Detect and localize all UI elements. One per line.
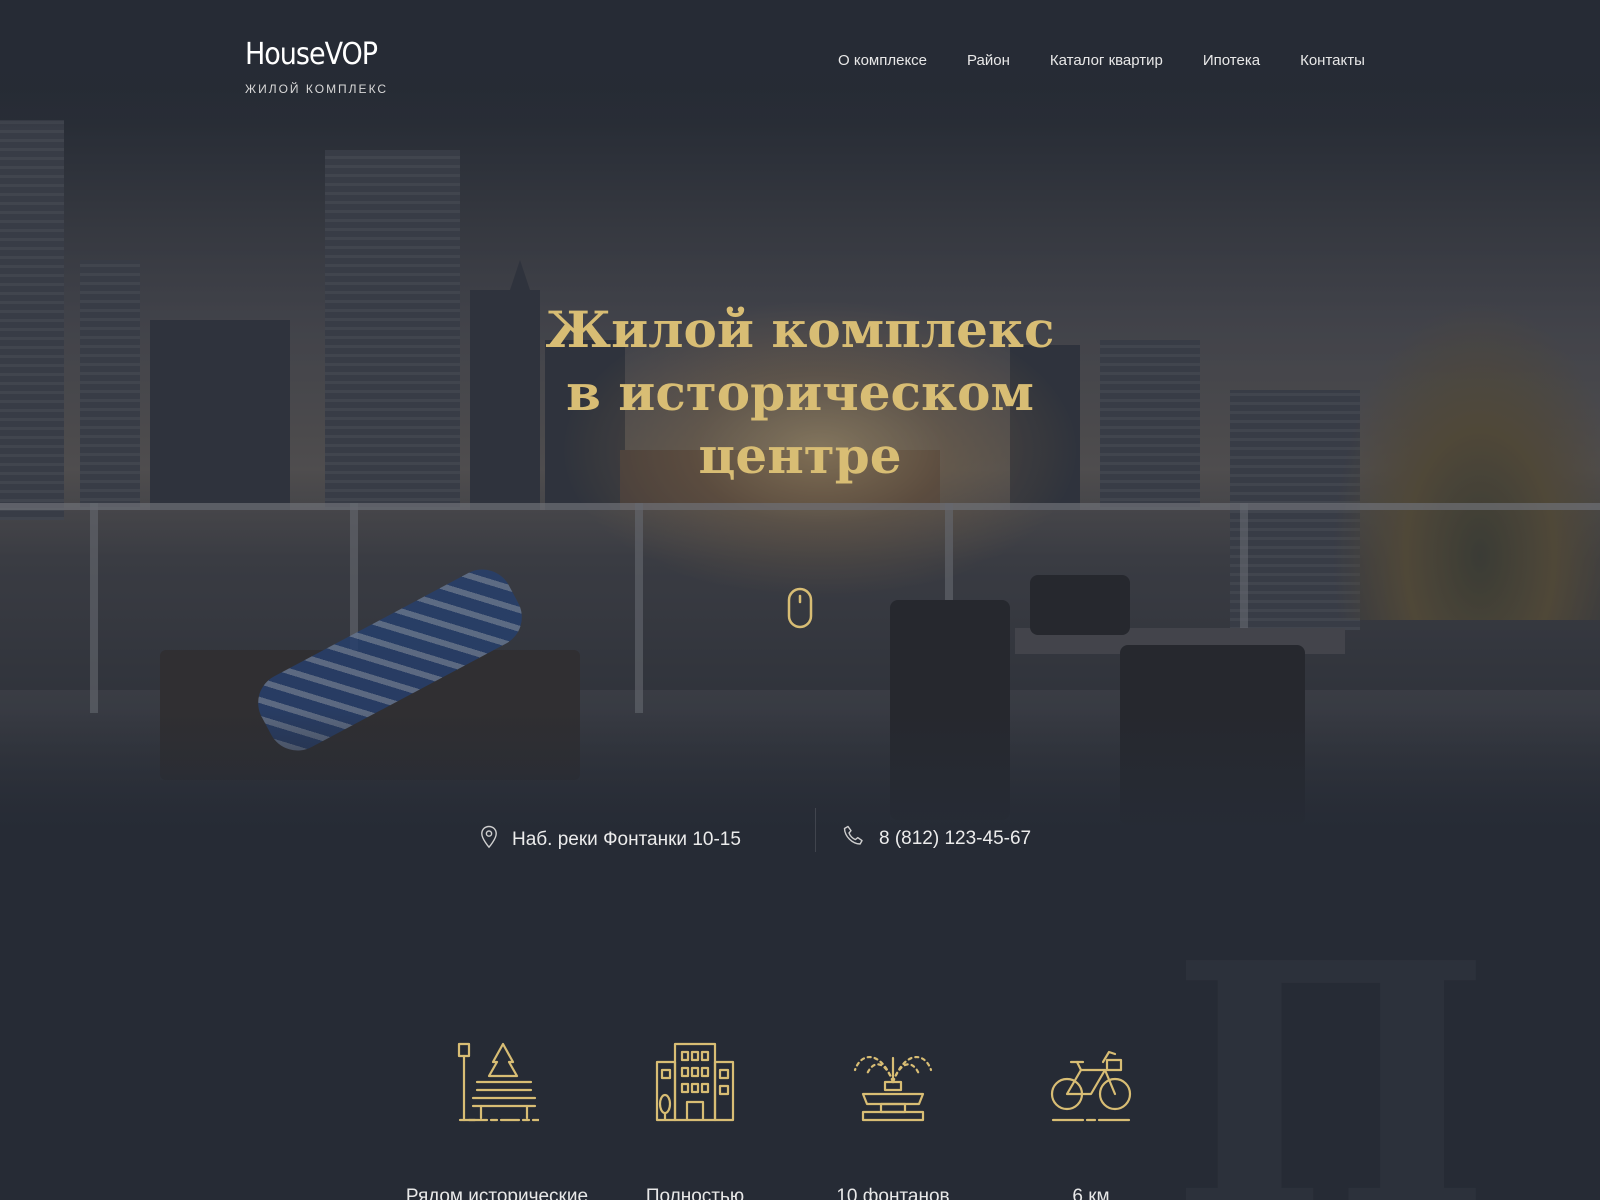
feature-item: 6 км bbox=[992, 1040, 1190, 1200]
hero-title: Жилой комплекс в историческом центре bbox=[0, 298, 1600, 487]
logo-subtitle: ЖИЛОЙ КОМПЛЕКС bbox=[245, 82, 389, 96]
feature-label: Рядом исторические bbox=[405, 1186, 589, 1200]
nav-item-district[interactable]: Район bbox=[967, 52, 1010, 69]
mouse-icon[interactable] bbox=[787, 587, 813, 634]
contact-divider bbox=[815, 808, 816, 852]
nav-item-catalog[interactable]: Каталог квартир bbox=[1050, 52, 1163, 69]
fountain-icon bbox=[851, 1040, 935, 1124]
hero-title-line: центре bbox=[698, 426, 902, 485]
address-text: Наб. реки Фонтанки 10-15 bbox=[512, 829, 741, 850]
nav-item-mortgage[interactable]: Ипотека bbox=[1203, 52, 1260, 69]
main-nav: О комплексе Район Каталог квартир Ипотек… bbox=[838, 52, 1365, 69]
decorative-letter: П bbox=[1170, 920, 1491, 1200]
site-logo[interactable]: HouseVOP ЖИЛОЙ КОМПЛЕКС bbox=[245, 37, 389, 97]
address: Наб. реки Фонтанки 10-15 bbox=[480, 825, 741, 855]
phone[interactable]: 8 (812) 123-45-67 bbox=[843, 825, 1031, 853]
feature-item: 10 фонтанов bbox=[794, 1040, 992, 1200]
feature-label: Полностью bbox=[645, 1186, 745, 1200]
bicycle-icon bbox=[1049, 1040, 1133, 1124]
location-pin-icon bbox=[480, 825, 498, 855]
feature-label: 10 фонтанов bbox=[836, 1186, 950, 1200]
hero-title-line: в историческом bbox=[566, 363, 1034, 422]
hero-fade-bottom bbox=[0, 710, 1600, 870]
phone-icon bbox=[843, 825, 865, 853]
phone-text[interactable]: 8 (812) 123-45-67 bbox=[879, 828, 1031, 850]
park-bench-icon bbox=[455, 1040, 539, 1124]
nav-item-contacts[interactable]: Контакты bbox=[1300, 52, 1365, 69]
feature-item: Рядом исторические bbox=[398, 1040, 596, 1200]
features-list: Рядом исторические Полностью 10 фонтанов… bbox=[398, 1040, 1190, 1200]
building-icon bbox=[653, 1040, 737, 1124]
nav-item-about[interactable]: О комплексе bbox=[838, 52, 927, 69]
hero-title-line: Жилой комплекс bbox=[545, 300, 1055, 359]
feature-label: 6 км bbox=[1072, 1186, 1110, 1200]
feature-item: Полностью bbox=[596, 1040, 794, 1200]
logo-name: HouseVOP bbox=[245, 37, 378, 72]
